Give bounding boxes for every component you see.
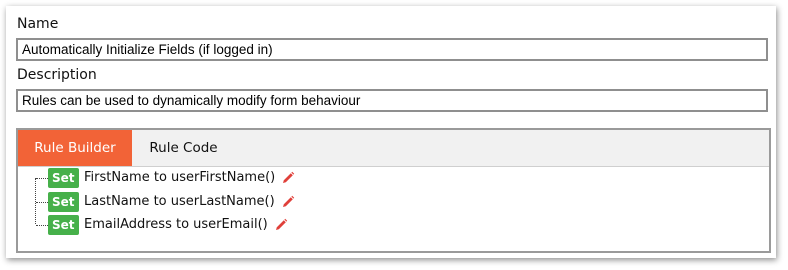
tree-branch (36, 178, 48, 179)
tree-branch (36, 225, 48, 226)
tree-connector (35, 178, 36, 224)
name-input[interactable]: Automatically Initialize Fields (if logg… (16, 38, 768, 61)
pencil-icon[interactable] (281, 171, 295, 185)
rule-description: FirstName to userFirstName() (84, 170, 276, 185)
rule-editor-panel: Name Automatically Initialize Fields (if… (6, 6, 776, 258)
set-action-badge: Set (48, 192, 79, 212)
set-action-badge: Set (48, 168, 79, 188)
set-action-badge: Set (48, 215, 79, 235)
name-label: Name (17, 16, 59, 32)
tab-rule-code[interactable]: Rule Code (132, 130, 235, 166)
tab-bar: Rule Builder Rule Code (18, 130, 769, 167)
rule-description: LastName to userLastName() (84, 194, 275, 209)
rule-box: Rule Builder Rule Code Set FirstName to … (16, 128, 771, 253)
rule-text: FirstName to userFirstName() (84, 168, 295, 188)
description-input[interactable]: Rules can be used to dynamically modify … (16, 89, 768, 112)
rule-description: EmailAddress to userEmail() (84, 217, 268, 232)
pencil-icon[interactable] (281, 195, 295, 209)
rule-tree: Set FirstName to userFirstName() Set Las… (18, 166, 769, 251)
rule-text: LastName to userLastName() (84, 192, 295, 212)
tab-rule-builder[interactable]: Rule Builder (18, 130, 132, 166)
pencil-icon[interactable] (274, 218, 288, 232)
description-label: Description (17, 67, 97, 83)
tree-branch (36, 202, 48, 203)
rule-text: EmailAddress to userEmail() (84, 215, 288, 235)
